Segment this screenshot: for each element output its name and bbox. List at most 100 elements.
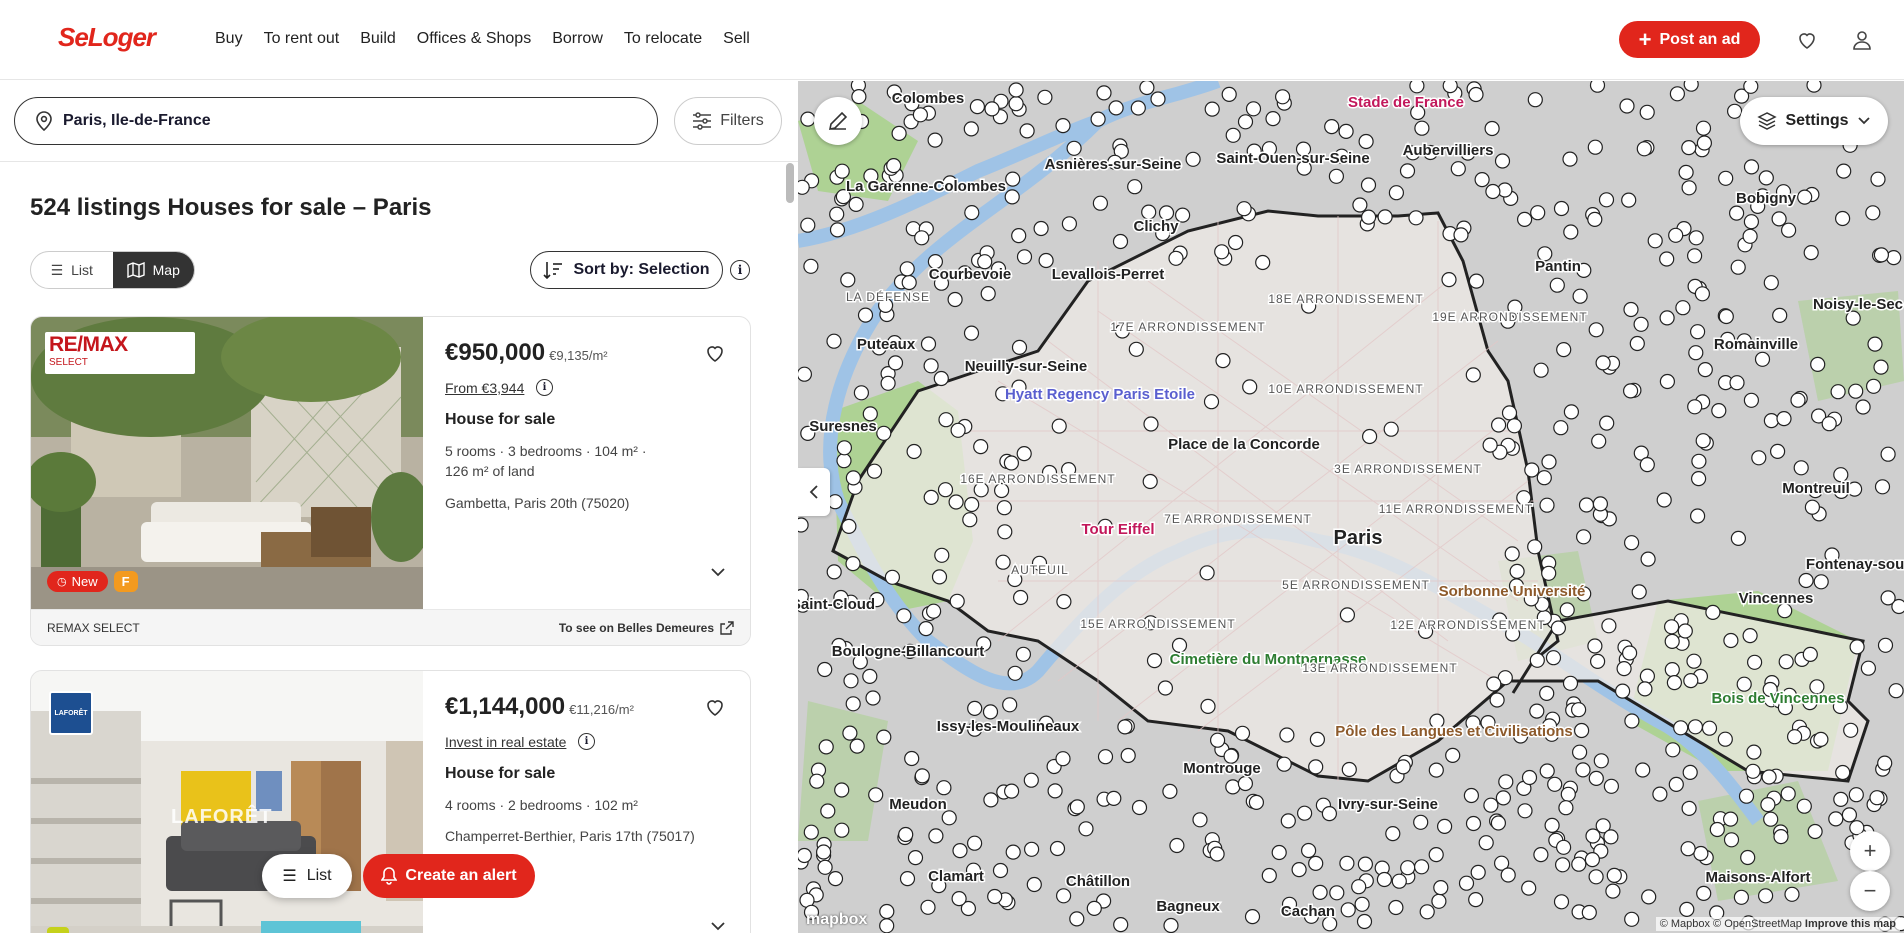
listing-marker[interactable] [1458, 875, 1475, 891]
listing-marker[interactable] [1621, 192, 1637, 208]
listing-marker[interactable] [1688, 345, 1704, 361]
listing-marker[interactable] [868, 787, 884, 803]
listing-marker[interactable] [1758, 170, 1774, 186]
listing-marker[interactable] [1598, 192, 1615, 208]
listing-marker[interactable] [1722, 811, 1739, 827]
listing-marker[interactable] [1763, 413, 1780, 429]
listing-marker[interactable] [938, 412, 954, 428]
listing-marker[interactable] [1751, 450, 1767, 466]
listing-photo[interactable]: RE/MAX SELECT ◷ New F [31, 317, 423, 609]
listing-marker[interactable] [1550, 620, 1567, 636]
listing-marker[interactable] [817, 859, 833, 875]
listing-marker[interactable] [1131, 799, 1148, 816]
listing-marker[interactable] [1701, 720, 1718, 736]
listing-marker[interactable] [907, 849, 924, 866]
listing-card[interactable]: RE/MAX SELECT ◷ New F €950,000 €9,135/m² F… [30, 316, 751, 646]
invest-info-icon[interactable]: i [578, 733, 595, 750]
listing-marker[interactable] [1601, 618, 1617, 634]
listing-marker[interactable] [1340, 902, 1356, 918]
listing-marker[interactable] [1746, 744, 1762, 760]
listing-marker[interactable] [1711, 403, 1727, 419]
listing-marker[interactable] [1718, 308, 1734, 325]
listing-marker[interactable] [1686, 248, 1703, 264]
listing-marker[interactable] [1614, 683, 1631, 699]
listing-marker[interactable] [1501, 405, 1518, 421]
listing-marker[interactable] [1339, 855, 1355, 871]
listing-marker[interactable] [1500, 867, 1516, 883]
listing-marker[interactable] [1280, 813, 1296, 829]
listing-marker[interactable] [1681, 180, 1697, 196]
listing-marker[interactable] [857, 307, 874, 323]
listing-marker[interactable] [1780, 222, 1797, 238]
listing-marker[interactable] [973, 439, 989, 455]
listing-marker[interactable] [1695, 433, 1711, 449]
nav-offices-shops[interactable]: Offices & Shops [417, 30, 531, 48]
listing-marker[interactable] [1530, 205, 1546, 221]
listing-marker[interactable] [1200, 698, 1216, 715]
listing-marker[interactable] [1005, 171, 1021, 187]
listing-marker[interactable] [1128, 341, 1144, 357]
listing-marker[interactable] [1541, 565, 1557, 581]
listing-marker[interactable] [1743, 81, 1759, 94]
listing-marker[interactable] [1210, 732, 1226, 748]
listing-marker[interactable] [1157, 680, 1173, 696]
listing-marker[interactable] [862, 668, 878, 685]
listing-marker[interactable] [1743, 214, 1760, 230]
listing-marker[interactable] [1742, 627, 1758, 644]
listing-marker[interactable] [1687, 719, 1704, 735]
view-map-button[interactable]: Map [112, 252, 194, 288]
listing-marker[interactable] [1717, 731, 1733, 747]
listing-marker[interactable] [1547, 776, 1563, 792]
location-search-input[interactable]: Paris, Ile-de-France [14, 97, 658, 145]
listing-marker[interactable] [1005, 844, 1021, 860]
listing-marker[interactable] [899, 870, 916, 887]
listing-marker[interactable] [898, 826, 914, 843]
listing-marker[interactable] [899, 261, 915, 277]
listing-marker[interactable] [1047, 783, 1063, 799]
nav-relocate[interactable]: To relocate [624, 30, 702, 48]
listing-marker[interactable] [1723, 632, 1739, 649]
listing-marker[interactable] [964, 205, 980, 221]
listing-marker[interactable] [904, 750, 920, 767]
listing-marker[interactable] [1026, 876, 1042, 893]
listing-marker[interactable] [1312, 884, 1328, 901]
listing-marker[interactable] [1571, 856, 1587, 872]
listing-marker[interactable] [928, 828, 944, 844]
listing-marker[interactable] [803, 258, 819, 274]
listing-marker[interactable] [1575, 529, 1592, 545]
listing-marker[interactable] [995, 554, 1011, 570]
listing-marker[interactable] [1880, 446, 1896, 462]
listing-marker[interactable] [1539, 763, 1555, 779]
listing-marker[interactable] [1090, 111, 1106, 127]
listing-marker[interactable] [964, 496, 980, 513]
listing-marker[interactable] [984, 101, 1000, 117]
listing-marker[interactable] [1008, 96, 1024, 112]
listing-marker[interactable] [906, 443, 922, 460]
listing-marker[interactable] [920, 899, 936, 915]
listing-marker[interactable] [843, 673, 859, 689]
listing-marker[interactable] [834, 163, 850, 179]
listing-marker[interactable] [996, 500, 1012, 516]
listing-marker[interactable] [1728, 205, 1745, 221]
listing-marker[interactable] [1659, 373, 1676, 390]
listing-marker[interactable] [1696, 885, 1712, 902]
listing-marker[interactable] [1244, 908, 1261, 925]
listing-marker[interactable] [1015, 646, 1031, 662]
listing-marker[interactable] [1192, 812, 1208, 828]
listing-marker[interactable] [1740, 849, 1756, 866]
listing-marker[interactable] [1019, 123, 1035, 139]
listing-marker[interactable] [849, 738, 865, 754]
listing-marker[interactable] [1807, 823, 1823, 840]
listing-marker[interactable] [1810, 356, 1826, 372]
listing-marker[interactable] [1162, 783, 1178, 800]
listing-marker[interactable] [1841, 807, 1858, 823]
listing-marker[interactable] [997, 524, 1013, 540]
listing-marker[interactable] [1486, 676, 1502, 692]
listing-marker[interactable] [1689, 324, 1706, 340]
listing-marker[interactable] [1746, 654, 1763, 670]
listing-marker[interactable] [1024, 841, 1040, 857]
listing-marker[interactable] [1441, 272, 1457, 288]
listing-marker[interactable] [1301, 842, 1317, 859]
listing-marker[interactable] [1639, 668, 1656, 684]
listing-marker[interactable] [1709, 821, 1725, 838]
